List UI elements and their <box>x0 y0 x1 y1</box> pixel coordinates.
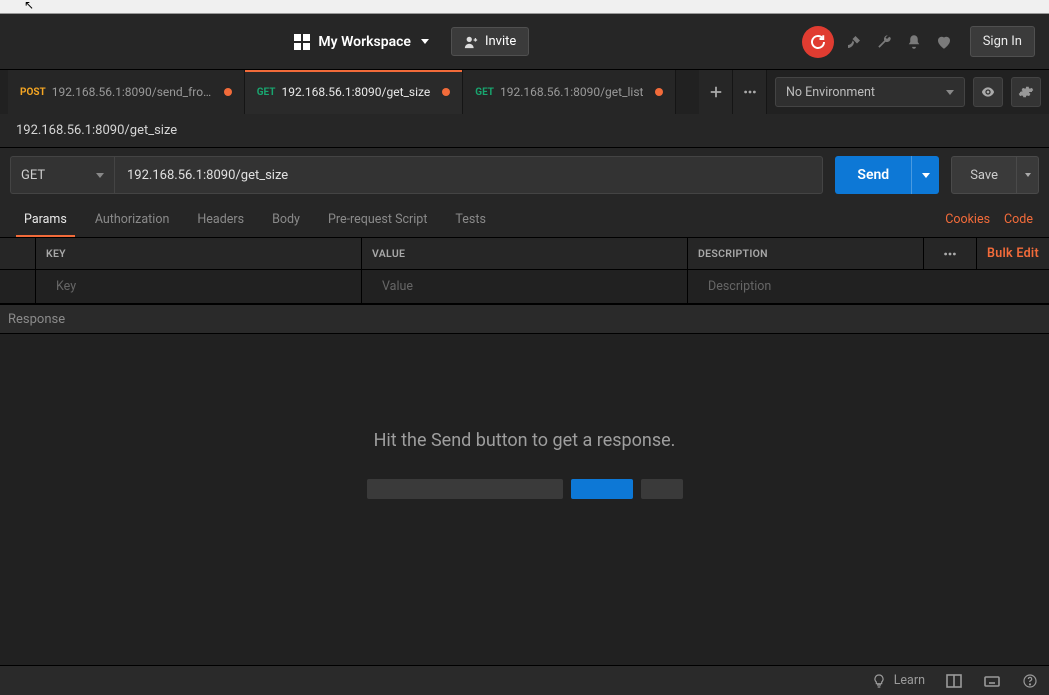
request-subtabs: ParamsAuthorizationHeadersBodyPre-reques… <box>0 202 1049 238</box>
shortcuts-icon[interactable] <box>983 672 1001 690</box>
params-header-value: VALUE <box>372 247 405 260</box>
tab-strip: POST 192.168.56.1:8090/send_from_ GET 192.1… <box>0 70 1049 114</box>
learn-label: Learn <box>894 673 925 688</box>
signin-button[interactable]: Sign In <box>970 26 1035 57</box>
chevron-down-icon <box>421 39 429 44</box>
response-title: Response <box>8 312 65 327</box>
param-description-input[interactable] <box>698 270 1049 303</box>
params-input-row <box>0 270 1049 304</box>
workspace-dropdown[interactable]: My Workspace <box>286 28 437 56</box>
tab-method: GET <box>475 87 494 98</box>
save-dropdown-button[interactable] <box>1017 156 1039 194</box>
tab-overflow-button[interactable] <box>733 70 767 114</box>
http-method-select[interactable]: GET <box>10 156 114 194</box>
subtab-pre-request-script[interactable]: Pre-request Script <box>314 202 441 237</box>
breadcrumb-text: 192.168.56.1:8090/get_size <box>16 123 177 138</box>
params-header-description: DESCRIPTION <box>698 247 768 260</box>
params-table: KEY VALUE DESCRIPTION Bulk Edit <box>0 238 1049 304</box>
response-illustration <box>367 479 683 499</box>
unsaved-dot-icon <box>442 88 450 96</box>
response-section-header: Response <box>0 304 1049 334</box>
unsaved-dot-icon <box>224 88 232 96</box>
request-tab[interactable]: GET 192.168.56.1:8090/get_list <box>463 70 676 114</box>
tab-method: POST <box>20 87 46 98</box>
subtab-authorization[interactable]: Authorization <box>81 202 184 237</box>
wrench-icon[interactable] <box>874 32 894 52</box>
response-hint: Hit the Send button to get a response. <box>374 430 676 451</box>
cursor-icon: ↖ <box>24 0 34 12</box>
unsaved-dot-icon <box>655 88 663 96</box>
params-header-key: KEY <box>46 247 66 260</box>
invite-button[interactable]: Invite <box>451 27 529 56</box>
skeleton-block <box>641 479 683 499</box>
request-builder: GET Send Save <box>0 148 1049 202</box>
params-header-more-button[interactable] <box>923 238 977 269</box>
chevron-down-icon <box>922 173 930 178</box>
environment-area: No Environment <box>767 70 1049 114</box>
chevron-down-icon <box>96 173 104 178</box>
heart-icon[interactable] <box>934 32 954 52</box>
request-tab[interactable]: GET 192.168.56.1:8090/get_size <box>245 70 464 114</box>
new-tab-button[interactable] <box>699 70 733 114</box>
send-button[interactable]: Send <box>835 156 911 194</box>
environment-label: No Environment <box>786 85 875 100</box>
grid-icon <box>294 34 310 50</box>
code-link[interactable]: Code <box>1004 212 1033 227</box>
chevron-down-icon <box>946 90 954 95</box>
tab-title: 192.168.56.1:8090/send_from_ <box>52 85 212 99</box>
response-body: Hit the Send button to get a response. <box>0 334 1049 665</box>
lightbulb-icon <box>870 672 888 690</box>
cookies-link[interactable]: Cookies <box>945 212 990 227</box>
subtab-tests[interactable]: Tests <box>441 202 499 237</box>
subtab-params[interactable]: Params <box>10 202 81 237</box>
workspace-label: My Workspace <box>318 34 411 50</box>
subtab-body[interactable]: Body <box>258 202 314 237</box>
request-tab[interactable]: POST 192.168.56.1:8090/send_from_ <box>8 70 245 114</box>
url-input[interactable] <box>114 156 823 194</box>
chevron-down-icon <box>1025 173 1031 177</box>
environment-settings-button[interactable] <box>1011 77 1041 107</box>
learn-button[interactable]: Learn <box>870 672 925 690</box>
send-dropdown-button[interactable] <box>911 156 939 194</box>
help-icon[interactable] <box>1021 672 1039 690</box>
app-header: My Workspace Invite Sign In <box>0 14 1049 70</box>
invite-label: Invite <box>485 34 516 49</box>
param-value-input[interactable] <box>372 270 687 303</box>
status-bar: Learn <box>0 665 1049 695</box>
param-key-input[interactable] <box>46 270 361 303</box>
skeleton-block <box>367 479 563 499</box>
params-header-row: KEY VALUE DESCRIPTION Bulk Edit <box>0 238 1049 270</box>
environment-preview-button[interactable] <box>973 77 1003 107</box>
bell-icon[interactable] <box>904 32 924 52</box>
satellite-icon[interactable] <box>844 32 864 52</box>
invite-icon <box>464 35 478 49</box>
http-method-label: GET <box>21 168 45 183</box>
window-chrome: ↖ <box>0 0 1049 14</box>
sync-button[interactable] <box>802 26 834 58</box>
environment-select[interactable]: No Environment <box>775 77 965 107</box>
tab-method: GET <box>257 87 276 98</box>
tab-title: 192.168.56.1:8090/get_list <box>500 85 643 99</box>
panels-icon[interactable] <box>945 672 963 690</box>
subtab-headers[interactable]: Headers <box>183 202 258 237</box>
bulk-edit-link[interactable]: Bulk Edit <box>977 238 1049 269</box>
skeleton-block <box>571 479 633 499</box>
tab-title: 192.168.56.1:8090/get_size <box>281 85 430 99</box>
breadcrumb: 192.168.56.1:8090/get_size <box>0 114 1049 148</box>
save-button[interactable]: Save <box>951 156 1017 194</box>
